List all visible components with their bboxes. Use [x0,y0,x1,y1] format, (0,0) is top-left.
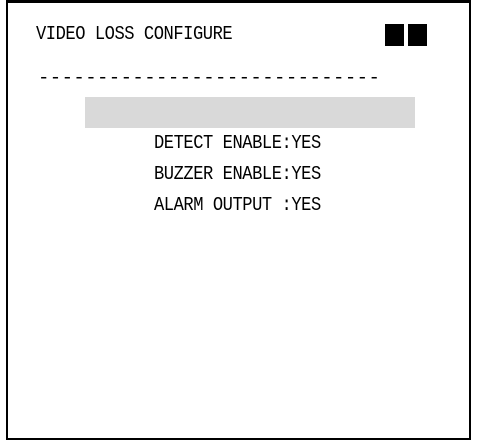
menu-item-label: ALARM OUTPUT :YES [154,194,322,216]
status-block-icon [385,24,404,46]
status-block-icon [408,24,427,46]
osd-screen: VIDEO LOSS CONFIGURE -------------------… [6,0,471,440]
menu-item-label: DETECT ENABLE:YES [154,132,322,154]
menu-item-detect-enable[interactable]: DETECT ENABLE:YES [85,97,415,154]
settings-menu: DETECT ENABLE:YES BUZZER ENABLE:YES ALAR… [85,97,415,216]
status-blocks [385,24,427,46]
menu-item-label: BUZZER ENABLE:YES [154,163,322,185]
page-title: VIDEO LOSS CONFIGURE [36,23,233,45]
title-divider: ----------------------------- [38,67,381,89]
